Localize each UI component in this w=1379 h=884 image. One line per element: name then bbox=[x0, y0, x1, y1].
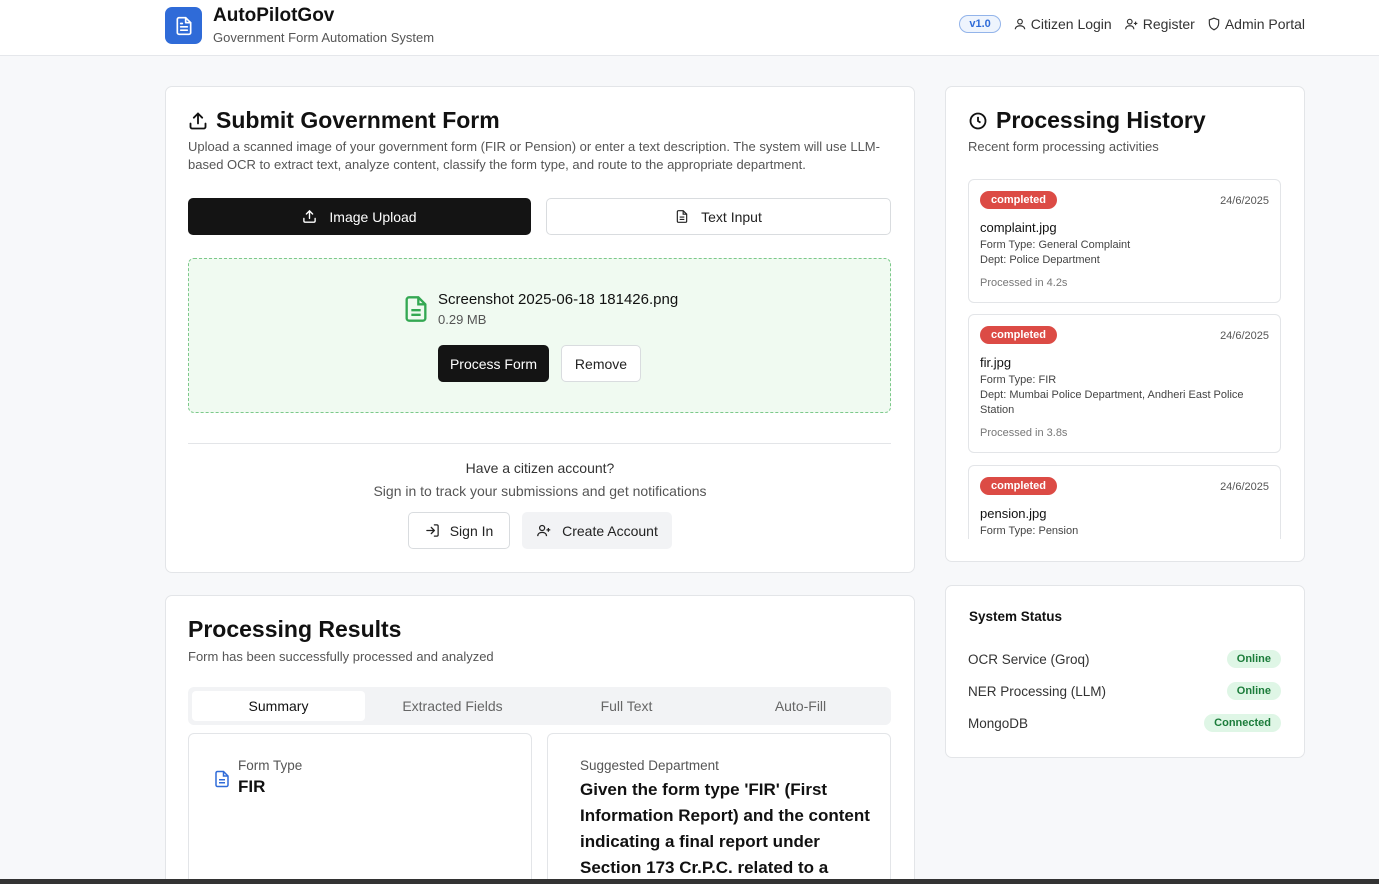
file-name: Screenshot 2025-06-18 181426.png bbox=[438, 291, 679, 308]
system-status-card: System Status OCR Service (Groq) Online … bbox=[945, 585, 1305, 758]
user-icon bbox=[1014, 18, 1026, 30]
history-dept: Dept: Police Department bbox=[980, 254, 1100, 266]
login-icon bbox=[425, 524, 439, 537]
status-pill: Online bbox=[1226, 682, 1281, 700]
shield-icon bbox=[1208, 17, 1220, 31]
admin-portal-link[interactable]: Admin Portal bbox=[1207, 16, 1305, 32]
version-badge: v1.0 bbox=[959, 15, 1001, 33]
status-badge: completed bbox=[980, 191, 1058, 209]
status-row-ner: NER Processing (LLM) Online bbox=[968, 682, 1281, 700]
form-type-label: Form Type bbox=[238, 758, 303, 773]
file-text-icon bbox=[676, 210, 688, 223]
status-label: MongoDB bbox=[968, 715, 1029, 731]
processing-history-card: Processing History Recent form processin… bbox=[945, 86, 1305, 562]
history-filename: fir.jpg bbox=[980, 355, 1012, 370]
history-processing-time: Processed in 4.2s bbox=[980, 277, 1068, 289]
form-type-card: Form Type FIR bbox=[188, 733, 532, 884]
tab-text-input-label: Text Input bbox=[701, 208, 762, 225]
status-badge: completed bbox=[980, 326, 1058, 344]
upload-icon bbox=[303, 209, 317, 223]
status-row-ocr: OCR Service (Groq) Online bbox=[968, 650, 1281, 668]
create-account-label: Create Account bbox=[562, 522, 658, 539]
history-form-type: Form Type: Pension bbox=[980, 525, 1079, 537]
status-badge: completed bbox=[980, 477, 1058, 495]
history-form-type: Form Type: General Complaint bbox=[980, 239, 1131, 251]
app-subtitle: Government Form Automation System bbox=[213, 30, 435, 45]
status-pill: Online bbox=[1226, 650, 1281, 668]
results-subtitle: Form has been successfully processed and… bbox=[188, 649, 494, 664]
results-tabs: Summary Extracted Fields Full Text Auto-… bbox=[188, 687, 891, 725]
history-filename: complaint.jpg bbox=[980, 220, 1057, 235]
results-title: Processing Results bbox=[188, 616, 402, 642]
history-date: 24/6/2025 bbox=[1220, 195, 1269, 207]
system-status-title: System Status bbox=[969, 609, 1063, 624]
citizen-login-link[interactable]: Citizen Login bbox=[1013, 16, 1112, 32]
tab-summary[interactable]: Summary bbox=[192, 691, 365, 721]
suggested-department-card: Suggested Department Given the form type… bbox=[547, 733, 891, 884]
submit-description: Upload a scanned image of your governmen… bbox=[188, 139, 880, 172]
user-plus-icon bbox=[537, 524, 551, 537]
user-plus-icon bbox=[1124, 18, 1138, 30]
clock-icon bbox=[969, 112, 987, 129]
top-header: AutoPilotGov Government Form Automation … bbox=[0, 0, 1379, 56]
file-text-icon bbox=[215, 770, 229, 788]
tab-auto-fill[interactable]: Auto-Fill bbox=[714, 691, 887, 721]
form-type-value: FIR bbox=[238, 777, 266, 796]
app-title: AutoPilotGov bbox=[213, 5, 335, 26]
account-prompt: Have a citizen account? bbox=[465, 460, 615, 476]
file-dropzone[interactable]: Screenshot 2025-06-18 181426.png 0.29 MB… bbox=[188, 258, 891, 413]
status-label: OCR Service (Groq) bbox=[968, 651, 1090, 667]
tab-full-text[interactable]: Full Text bbox=[540, 691, 713, 721]
tab-image-upload[interactable]: Image Upload bbox=[188, 198, 531, 235]
history-filename: pension.jpg bbox=[980, 506, 1047, 521]
sign-in-label: Sign In bbox=[449, 522, 494, 539]
upload-icon bbox=[189, 111, 207, 129]
history-scroll-area[interactable]: completed 24/6/2025 complaint.jpg Form T… bbox=[946, 179, 1304, 539]
status-pill: Connected bbox=[1204, 714, 1281, 732]
submit-title: Submit Government Form bbox=[188, 107, 500, 134]
history-date: 24/6/2025 bbox=[1220, 481, 1269, 493]
register-link[interactable]: Register bbox=[1124, 16, 1195, 32]
status-row-mongodb: MongoDB Connected bbox=[968, 714, 1281, 732]
processing-results-card: Processing Results Form has been success… bbox=[165, 595, 915, 884]
history-subtitle: Recent form processing activities bbox=[968, 139, 1159, 154]
dept-value: Given the form type 'FIR' (First Informa… bbox=[580, 780, 870, 877]
file-green-icon bbox=[405, 296, 427, 322]
app-logo-icon[interactable] bbox=[165, 7, 202, 44]
bottom-edge-bar bbox=[0, 879, 1379, 884]
history-title: Processing History bbox=[968, 107, 1206, 134]
tab-image-upload-label: Image Upload bbox=[329, 208, 417, 225]
history-title-text: Processing History bbox=[996, 107, 1206, 133]
account-subtext: Sign in to track your submissions and ge… bbox=[373, 483, 707, 499]
create-account-button[interactable]: Create Account bbox=[522, 512, 672, 549]
divider bbox=[188, 443, 891, 444]
history-processing-time: Processed in 3.8s bbox=[980, 427, 1068, 439]
submit-title-text: Submit Government Form bbox=[216, 107, 500, 133]
file-size: 0.29 MB bbox=[438, 312, 487, 327]
remove-button[interactable]: Remove bbox=[561, 345, 641, 382]
admin-portal-label: Admin Portal bbox=[1224, 16, 1305, 32]
register-label: Register bbox=[1142, 16, 1195, 32]
history-form-type: Form Type: FIR bbox=[980, 374, 1057, 386]
process-form-button[interactable]: Process Form bbox=[438, 345, 549, 382]
citizen-login-label: Citizen Login bbox=[1030, 16, 1112, 32]
tab-extracted-fields[interactable]: Extracted Fields bbox=[366, 691, 539, 721]
tab-text-input[interactable]: Text Input bbox=[546, 198, 891, 235]
history-dept: Dept: Mumbai Police Department, Andheri … bbox=[980, 389, 1244, 416]
sign-in-button[interactable]: Sign In bbox=[408, 512, 510, 549]
history-date: 24/6/2025 bbox=[1220, 330, 1269, 342]
submit-form-card: Submit Government Form Upload a scanned … bbox=[165, 86, 915, 573]
history-item[interactable]: completed 24/6/2025 complaint.jpg Form T… bbox=[968, 179, 1281, 303]
status-label: NER Processing (LLM) bbox=[968, 683, 1107, 699]
dept-label: Suggested Department bbox=[580, 758, 719, 773]
history-item[interactable]: completed 24/6/2025 pension.jpg Form Typ… bbox=[968, 465, 1281, 539]
history-item[interactable]: completed 24/6/2025 fir.jpg Form Type: F… bbox=[968, 314, 1281, 453]
top-nav: v1.0 Citizen Login Register Admin Portal bbox=[959, 15, 1305, 33]
